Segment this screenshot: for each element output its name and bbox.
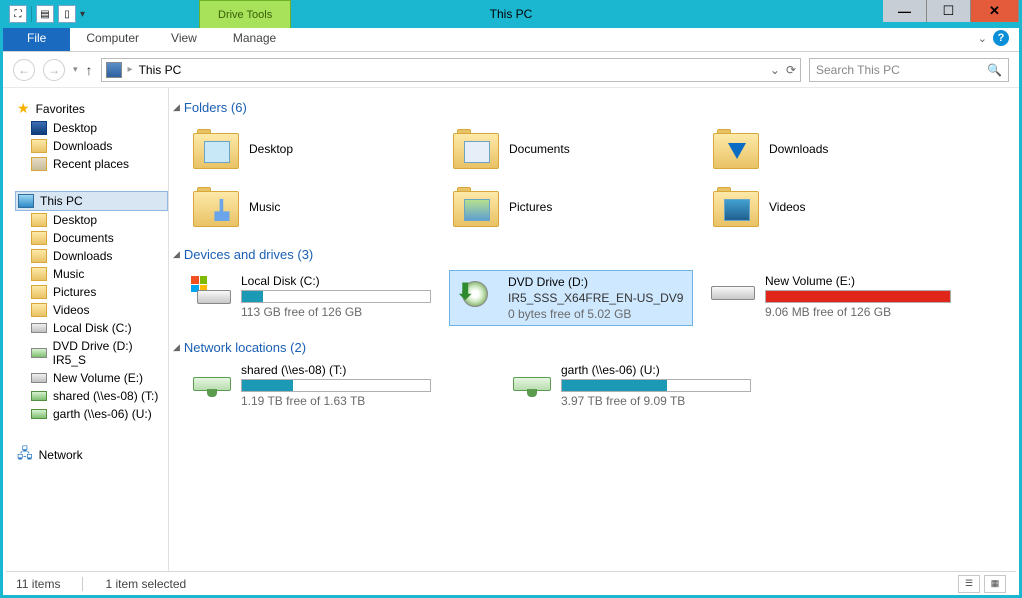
location-icon — [106, 62, 122, 78]
navigation-pane: ★Favorites Desktop Downloads Recent plac… — [3, 88, 169, 576]
chevron-right-icon[interactable]: ▸ — [128, 64, 133, 75]
recent-dropdown-icon[interactable]: ▾ — [73, 64, 78, 75]
drive-local-c[interactable]: Local Disk (C:) 113 GB free of 126 GB — [187, 270, 435, 326]
netloc-garth-u[interactable]: garth (\\es-06) (U:) 3.97 TB free of 9.0… — [513, 363, 773, 408]
collapse-icon[interactable]: ◢ — [173, 102, 180, 113]
sidebar-item-dvd-d[interactable]: DVD Drive (D:) IR5_S — [15, 337, 168, 369]
content-pane: ◢Folders (6) Desktop Music Documents Pic… — [169, 88, 1019, 576]
refresh-icon[interactable]: ⟳ — [786, 63, 796, 77]
contextual-tab-drive-tools[interactable]: Drive Tools — [199, 0, 291, 28]
local-disk-icon — [191, 276, 231, 306]
status-selected-count: 1 item selected — [105, 577, 186, 591]
folder-desktop[interactable]: Desktop — [193, 123, 453, 175]
section-header-folders[interactable]: ◢Folders (6) — [173, 100, 1019, 115]
ribbon-tabs: File Computer View Manage ⌄ ? — [3, 28, 1019, 52]
address-dropdown-icon[interactable]: ⌄ — [770, 63, 780, 77]
forward-button[interactable]: → — [43, 59, 65, 81]
folder-downloads[interactable]: Downloads — [713, 123, 973, 175]
section-header-drives[interactable]: ◢Devices and drives (3) — [173, 247, 1019, 262]
help-icon[interactable]: ? — [993, 30, 1009, 46]
back-button[interactable]: ← — [13, 59, 35, 81]
address-bar[interactable]: ▸ This PC ⌄ ⟳ — [101, 58, 801, 82]
folder-documents[interactable]: Documents — [453, 123, 713, 175]
quickaccess-dropdown-icon[interactable]: ▾ — [80, 9, 85, 20]
dvd-drive-icon: ⬇ — [454, 277, 498, 307]
app-icon[interactable]: ⛶ — [9, 5, 27, 23]
netloc-shared-t[interactable]: shared (\\es-08) (T:) 1.19 TB free of 1.… — [193, 363, 453, 408]
sidebar-item-recent-places[interactable]: Recent places — [15, 155, 168, 173]
tab-file[interactable]: File — [3, 28, 70, 51]
ribbon-expand-icon[interactable]: ⌄ — [978, 32, 987, 45]
drive-dvd-d[interactable]: ⬇ DVD Drive (D:) IR5_SSS_X64FRE_EN-US_DV… — [449, 270, 693, 326]
sidebar-item-music[interactable]: Music — [15, 265, 168, 283]
sidebar-item-downloads[interactable]: Downloads — [15, 137, 168, 155]
quickaccess-newfolder-icon[interactable]: ▯ — [58, 5, 76, 23]
section-header-netloc[interactable]: ◢Network locations (2) — [173, 340, 1019, 355]
quickaccess-props-icon[interactable]: ▤ — [36, 5, 54, 23]
close-button[interactable]: ✕ — [971, 0, 1019, 22]
maximize-button[interactable]: ☐ — [927, 0, 971, 22]
titlebar: ⛶ ▤ ▯ ▾ Drive Tools This PC — ☐ ✕ — [3, 0, 1019, 28]
sidebar-item-downloads-2[interactable]: Downloads — [15, 247, 168, 265]
folder-music[interactable]: Music — [193, 181, 453, 233]
drive-newvolume-e[interactable]: New Volume (E:) 9.06 MB free of 126 GB — [707, 270, 955, 326]
sidebar-item-documents[interactable]: Documents — [15, 229, 168, 247]
collapse-icon[interactable]: ◢ — [173, 342, 180, 353]
sidebar-item-pictures[interactable]: Pictures — [15, 283, 168, 301]
folder-videos[interactable]: Videos — [713, 181, 973, 233]
tab-manage[interactable]: Manage — [217, 28, 292, 51]
view-details-button[interactable]: ☰ — [958, 575, 980, 593]
search-input[interactable]: Search This PC 🔍 — [809, 58, 1009, 82]
network-drive-icon — [193, 367, 231, 397]
sidebar-item-garth-u[interactable]: garth (\\es-06) (U:) — [15, 405, 168, 423]
status-item-count: 11 items — [16, 577, 60, 591]
tab-view[interactable]: View — [155, 28, 213, 51]
address-location[interactable]: This PC — [139, 63, 182, 77]
sidebar-item-desktop[interactable]: Desktop — [15, 119, 168, 137]
tab-computer[interactable]: Computer — [70, 28, 155, 51]
sidebar-item-newvolume-e[interactable]: New Volume (E:) — [15, 369, 168, 387]
navigation-bar: ← → ▾ ↑ ▸ This PC ⌄ ⟳ Search This PC 🔍 — [3, 52, 1019, 88]
collapse-icon[interactable]: ◢ — [173, 249, 180, 260]
minimize-button[interactable]: — — [883, 0, 927, 22]
sidebar-item-thispc[interactable]: This PC — [15, 191, 168, 211]
sidebar-item-localdisk-c[interactable]: Local Disk (C:) — [15, 319, 168, 337]
up-button[interactable]: ↑ — [86, 62, 93, 78]
sidebar-item-favorites[interactable]: ★Favorites — [15, 98, 168, 119]
view-icons-button[interactable]: ▦ — [984, 575, 1006, 593]
sidebar-item-shared-t[interactable]: shared (\\es-08) (T:) — [15, 387, 168, 405]
sidebar-item-videos[interactable]: Videos — [15, 301, 168, 319]
status-bar: 11 items 1 item selected ☰ ▦ — [6, 571, 1016, 595]
sidebar-item-network[interactable]: 🖧Network — [15, 441, 168, 469]
search-icon: 🔍 — [987, 63, 1002, 77]
hard-disk-icon — [711, 276, 755, 306]
window-title: This PC — [490, 7, 533, 21]
network-drive-icon — [513, 367, 551, 397]
folder-pictures[interactable]: Pictures — [453, 181, 713, 233]
sidebar-item-desktop-2[interactable]: Desktop — [15, 211, 168, 229]
